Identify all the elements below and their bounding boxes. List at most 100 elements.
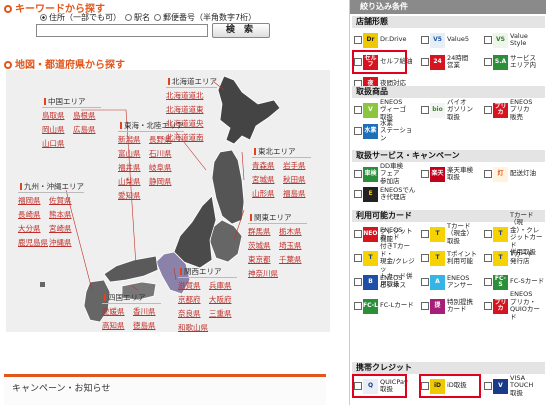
prefecture-link[interactable]: 埼玉県 bbox=[279, 240, 307, 251]
prefecture-link[interactable]: 石川県 bbox=[149, 148, 177, 159]
filter-option[interactable]: 楽天 楽天車検 取扱 bbox=[421, 164, 485, 184]
map-chubu[interactable] bbox=[173, 195, 217, 269]
prefecture-link[interactable]: 宮城県 bbox=[252, 174, 280, 185]
filter-checkbox[interactable] bbox=[421, 106, 429, 114]
prefecture-link[interactable]: 岐阜県 bbox=[149, 162, 177, 173]
prefecture-link[interactable]: 兵庫県 bbox=[209, 280, 237, 291]
prefecture-link[interactable]: 秋田県 bbox=[283, 174, 311, 185]
prefecture-link[interactable]: 岡山県 bbox=[42, 124, 70, 135]
filter-checkbox[interactable] bbox=[484, 36, 492, 44]
filter-checkbox[interactable] bbox=[484, 170, 492, 178]
filter-checkbox[interactable] bbox=[484, 58, 492, 66]
filter-option[interactable]: VS Value Style bbox=[484, 30, 545, 50]
prefecture-link[interactable]: 大分県 bbox=[18, 223, 46, 234]
filter-option[interactable]: T Tカード （現金） 取扱 bbox=[421, 222, 485, 244]
prefecture-link[interactable]: 大阪府 bbox=[209, 294, 237, 305]
filter-checkbox[interactable] bbox=[354, 302, 362, 310]
filter-checkbox[interactable] bbox=[354, 127, 362, 135]
prefecture-link[interactable]: 栃木県 bbox=[279, 226, 307, 237]
prefecture-link[interactable]: 滋賀県 bbox=[178, 280, 206, 291]
prefecture-link[interactable]: 福井県 bbox=[118, 162, 146, 173]
search-type-radio-2[interactable] bbox=[154, 14, 161, 21]
map-hokkaido[interactable] bbox=[217, 75, 281, 145]
prefecture-link[interactable]: 福岡県 bbox=[18, 195, 46, 206]
prefecture-link[interactable]: 神奈川県 bbox=[248, 268, 278, 279]
filter-checkbox[interactable] bbox=[484, 278, 492, 286]
filter-checkbox[interactable] bbox=[421, 254, 429, 262]
prefecture-link[interactable]: 香川県 bbox=[133, 306, 161, 317]
filter-checkbox[interactable] bbox=[421, 302, 429, 310]
filter-option[interactable]: FC-S FC-Sカード bbox=[484, 272, 545, 292]
filter-checkbox[interactable] bbox=[421, 230, 429, 238]
prefecture-link[interactable]: 千葉県 bbox=[279, 254, 307, 265]
filter-checkbox[interactable] bbox=[421, 170, 429, 178]
filter-option[interactable]: bio バイオ ガソリン 取扱 bbox=[421, 98, 485, 120]
prefecture-link[interactable]: 沖縄県 bbox=[49, 237, 77, 248]
filter-option[interactable]: Dr Dr.Drive bbox=[354, 30, 418, 50]
map-tohoku[interactable] bbox=[211, 149, 245, 225]
prefecture-link[interactable]: 新潟県 bbox=[118, 134, 146, 145]
prefecture-link[interactable]: 富山県 bbox=[118, 148, 146, 159]
prefecture-link[interactable]: 長野県 bbox=[149, 134, 177, 145]
filter-checkbox[interactable] bbox=[484, 230, 492, 238]
filter-option[interactable]: 提特別提携 カード bbox=[421, 296, 485, 316]
filter-checkbox[interactable] bbox=[354, 106, 362, 114]
prefecture-link[interactable]: 奈良県 bbox=[178, 308, 206, 319]
prefecture-link[interactable]: 熊本県 bbox=[49, 209, 77, 220]
filter-checkbox[interactable] bbox=[354, 230, 362, 238]
filter-checkbox[interactable] bbox=[354, 170, 362, 178]
prefecture-link[interactable]: 北海道道東 bbox=[166, 104, 206, 115]
filter-option[interactable]: A ENEOS アンサー bbox=[421, 272, 485, 292]
prefecture-link[interactable]: 愛媛県 bbox=[102, 306, 130, 317]
filter-option[interactable]: 水素 水素 ステーション bbox=[354, 119, 418, 141]
filter-checkbox[interactable] bbox=[484, 382, 492, 390]
filter-checkbox[interactable] bbox=[354, 278, 362, 286]
map-chugoku[interactable] bbox=[103, 255, 159, 283]
filter-option[interactable]: S.A サービス エリア内 bbox=[484, 52, 545, 72]
prefecture-link[interactable]: 広島県 bbox=[73, 124, 101, 135]
filter-option[interactable]: T Tカード（現 金）・クレ ジットカード 併用取扱 bbox=[484, 211, 545, 256]
filter-option[interactable]: プリカ ENEOS プリカ・ QUIOカード bbox=[484, 290, 545, 320]
filter-option[interactable]: V ENEOS ヴィーゴ 取扱 bbox=[354, 98, 418, 120]
prefecture-link[interactable]: 北海道道北 bbox=[166, 90, 206, 101]
prefecture-link[interactable]: 三重県 bbox=[209, 308, 237, 319]
prefecture-link[interactable]: 徳島県 bbox=[133, 320, 161, 331]
prefecture-link[interactable]: 山梨県 bbox=[118, 176, 146, 187]
prefecture-link[interactable]: 愛知県 bbox=[118, 190, 146, 201]
keyword-input[interactable] bbox=[36, 24, 208, 37]
prefecture-link[interactable]: 東京都 bbox=[248, 254, 276, 265]
prefecture-link[interactable]: 鳥取県 bbox=[42, 110, 70, 121]
map-okinawa[interactable] bbox=[40, 282, 45, 287]
prefecture-link[interactable]: 山形県 bbox=[252, 188, 280, 199]
filter-checkbox[interactable] bbox=[484, 106, 492, 114]
filter-option[interactable]: T Tカード 発行店 bbox=[484, 248, 545, 268]
filter-checkbox[interactable] bbox=[354, 190, 362, 198]
search-type-radio-0[interactable] bbox=[40, 14, 47, 21]
prefecture-link[interactable]: 長崎県 bbox=[18, 209, 46, 220]
prefecture-link[interactable]: 群馬県 bbox=[248, 226, 276, 237]
filter-option[interactable]: 灯配送灯油 bbox=[484, 164, 545, 184]
prefecture-link[interactable]: 和歌山県 bbox=[178, 322, 208, 333]
filter-checkbox[interactable] bbox=[421, 36, 429, 44]
filter-option[interactable]: 24 24時間 営業 bbox=[421, 52, 485, 72]
filter-checkbox[interactable] bbox=[354, 36, 362, 44]
prefecture-link[interactable]: 静岡県 bbox=[149, 176, 177, 187]
prefecture-link[interactable]: 佐賀県 bbox=[49, 195, 77, 206]
filter-option[interactable]: FC-L FC-Lカード bbox=[354, 296, 418, 316]
filter-option[interactable]: V VISA TOUCH 取扱 bbox=[484, 374, 545, 396]
filter-option[interactable]: B ENEOS ビジネス bbox=[354, 272, 418, 292]
filter-option[interactable]: 車検 DD車検 フェア 参加店 bbox=[354, 162, 418, 184]
prefecture-link[interactable]: 青森県 bbox=[252, 160, 280, 171]
prefecture-link[interactable]: 鹿児島県 bbox=[18, 237, 48, 248]
prefecture-link[interactable]: 山口県 bbox=[42, 138, 70, 149]
search-type-radio-1[interactable] bbox=[125, 14, 132, 21]
filter-option[interactable]: プリカ ENEOS プリカ 販売 bbox=[484, 98, 545, 120]
filter-checkbox[interactable] bbox=[421, 58, 429, 66]
prefecture-link[interactable]: 京都府 bbox=[178, 294, 206, 305]
filter-checkbox[interactable] bbox=[484, 302, 492, 310]
prefecture-link[interactable]: 高知県 bbox=[102, 320, 130, 331]
prefecture-link[interactable]: 茨城県 bbox=[248, 240, 276, 251]
filter-option[interactable]: T クレジット機能 付きTカード・ 現金/クレジッ トカード併用取扱 bbox=[354, 227, 418, 287]
filter-checkbox[interactable] bbox=[484, 254, 492, 262]
filter-option[interactable]: V5 Value5 bbox=[421, 30, 485, 50]
